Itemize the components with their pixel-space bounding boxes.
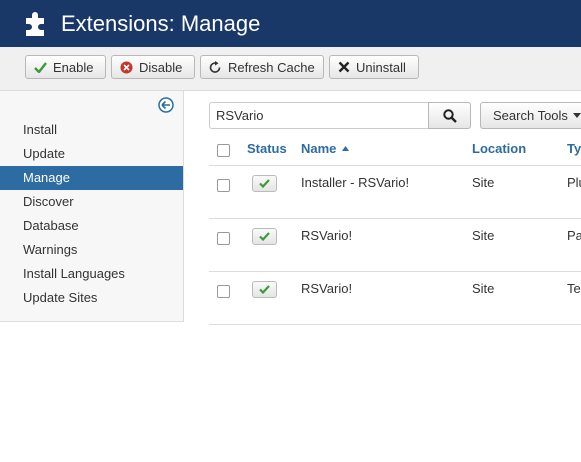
uninstall-button[interactable]: Uninstall	[329, 55, 419, 79]
extension-location: Site	[472, 175, 495, 190]
extension-location: Site	[472, 228, 495, 243]
close-icon	[338, 61, 350, 73]
check-icon	[259, 179, 270, 188]
table-row: RSVario! Site Pa	[209, 219, 581, 272]
check-icon	[259, 285, 270, 294]
page-header: Extensions: Manage	[0, 0, 581, 47]
sidebar: Install Update Manage Discover Database …	[0, 91, 184, 322]
sidebar-item-install[interactable]: Install	[0, 118, 183, 142]
toolbar: Enable Disable Refresh Cache Uninstall	[0, 47, 581, 91]
table-row: RSVario! Site Te	[209, 272, 581, 325]
location-column-header[interactable]: Location	[472, 141, 526, 156]
status-column-header[interactable]: Status	[247, 141, 287, 156]
extension-type: Te	[567, 281, 581, 296]
extension-name: RSVario!	[301, 281, 353, 296]
name-column-header[interactable]: Name	[301, 141, 350, 156]
status-toggle-button[interactable]	[252, 175, 277, 192]
row-checkbox[interactable]	[217, 232, 230, 245]
search-input[interactable]	[209, 102, 429, 129]
search-tools-label: Search Tools	[493, 108, 568, 123]
status-toggle-button[interactable]	[252, 228, 277, 245]
extension-name: Installer - RSVario!	[301, 175, 410, 190]
page-title: Extensions: Manage	[61, 11, 261, 36]
row-checkbox[interactable]	[217, 179, 230, 192]
enable-button-label: Enable	[53, 59, 94, 75]
disable-icon	[120, 61, 133, 73]
table-row: Installer - RSVario! Site Plu	[209, 166, 581, 219]
refresh-cache-label: Refresh Cache	[228, 59, 315, 75]
enable-button[interactable]: Enable	[25, 55, 106, 79]
uninstall-button-label: Uninstall	[356, 59, 406, 75]
select-all-checkbox[interactable]	[217, 144, 230, 157]
status-toggle-button[interactable]	[252, 281, 277, 298]
table-header: Status Name Location Ty	[209, 135, 581, 166]
check-icon	[259, 232, 270, 241]
sidebar-item-database[interactable]: Database	[0, 214, 183, 238]
type-column-header[interactable]: Ty	[567, 141, 581, 156]
extension-type: Pa	[567, 228, 581, 243]
search-tools-button[interactable]: Search Tools	[480, 102, 581, 129]
disable-button[interactable]: Disable	[111, 55, 195, 79]
name-column-label: Name	[301, 141, 337, 156]
sidebar-item-install-languages[interactable]: Install Languages	[0, 262, 183, 286]
sidebar-item-update-sites[interactable]: Update Sites	[0, 286, 183, 310]
caret-down-icon	[572, 113, 581, 118]
extension-location: Site	[472, 281, 495, 296]
refresh-cache-button[interactable]: Refresh Cache	[200, 55, 324, 79]
extension-type: Plu	[567, 175, 581, 190]
row-checkbox[interactable]	[217, 285, 230, 298]
search-icon	[442, 108, 457, 123]
sidebar-item-discover[interactable]: Discover	[0, 190, 183, 214]
sort-asc-icon	[342, 146, 350, 151]
extension-name: RSVario!	[301, 228, 353, 243]
sidebar-item-update[interactable]: Update	[0, 142, 183, 166]
collapse-sidebar-icon[interactable]	[158, 97, 174, 113]
disable-button-label: Disable	[139, 59, 183, 75]
sidebar-item-warnings[interactable]: Warnings	[0, 238, 183, 262]
search-button[interactable]	[428, 102, 471, 129]
check-icon	[34, 61, 47, 73]
sidebar-item-manage[interactable]: Manage	[0, 166, 183, 190]
refresh-icon	[209, 60, 221, 73]
puzzle-icon	[26, 12, 44, 36]
